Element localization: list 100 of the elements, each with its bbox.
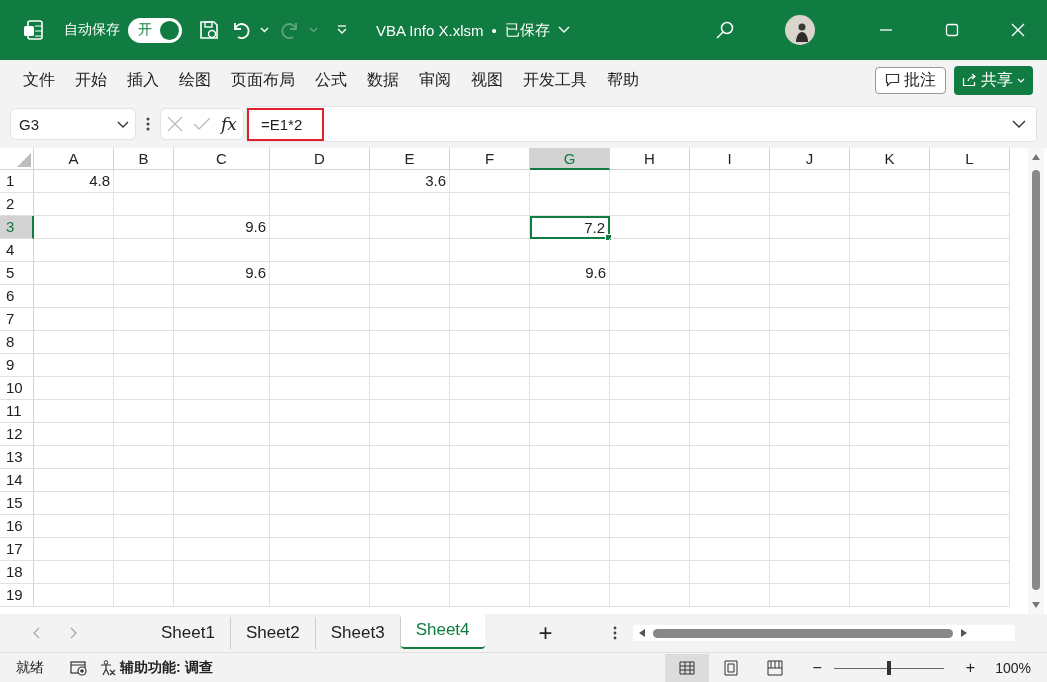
table-cell[interactable] bbox=[270, 561, 370, 584]
table-cell[interactable] bbox=[114, 262, 174, 285]
table-cell[interactable] bbox=[530, 584, 610, 607]
table-cell[interactable] bbox=[770, 423, 850, 446]
table-cell[interactable] bbox=[930, 538, 1010, 561]
row-header[interactable]: 15 bbox=[0, 492, 34, 515]
table-cell[interactable] bbox=[850, 400, 930, 423]
table-cell[interactable] bbox=[530, 561, 610, 584]
table-cell[interactable] bbox=[270, 216, 370, 239]
menu-tab[interactable]: 页面布局 bbox=[221, 65, 305, 95]
table-cell[interactable] bbox=[770, 377, 850, 400]
table-cell[interactable] bbox=[690, 170, 770, 193]
table-cell[interactable] bbox=[370, 492, 450, 515]
row-header[interactable]: 5 bbox=[0, 262, 34, 285]
table-cell[interactable] bbox=[174, 584, 270, 607]
row-header[interactable]: 13 bbox=[0, 446, 34, 469]
avatar-icon[interactable] bbox=[785, 15, 815, 45]
column-header[interactable]: H bbox=[610, 148, 690, 170]
normal-view-button[interactable] bbox=[664, 654, 709, 682]
column-header[interactable]: A bbox=[34, 148, 114, 170]
table-cell[interactable] bbox=[370, 285, 450, 308]
table-cell[interactable] bbox=[34, 308, 114, 331]
table-cell[interactable] bbox=[530, 354, 610, 377]
table-cell[interactable] bbox=[370, 354, 450, 377]
scroll-left-icon[interactable] bbox=[638, 629, 645, 637]
enter-icon[interactable] bbox=[193, 117, 211, 131]
table-cell[interactable] bbox=[174, 469, 270, 492]
horizontal-scrollbar[interactable] bbox=[632, 625, 1015, 641]
table-cell[interactable] bbox=[174, 446, 270, 469]
table-cell[interactable] bbox=[530, 515, 610, 538]
table-cell[interactable] bbox=[34, 354, 114, 377]
insert-function-button[interactable]: fx bbox=[221, 114, 237, 134]
table-cell[interactable] bbox=[114, 446, 174, 469]
row-header[interactable]: 19 bbox=[0, 584, 34, 607]
table-cell[interactable] bbox=[450, 584, 530, 607]
table-cell[interactable] bbox=[690, 492, 770, 515]
table-cell[interactable] bbox=[114, 216, 174, 239]
table-cell[interactable] bbox=[530, 492, 610, 515]
table-cell[interactable] bbox=[690, 239, 770, 262]
table-cell[interactable] bbox=[930, 492, 1010, 515]
row-header[interactable]: 4 bbox=[0, 239, 34, 262]
table-cell[interactable] bbox=[450, 285, 530, 308]
table-cell[interactable] bbox=[770, 331, 850, 354]
table-cell[interactable] bbox=[370, 584, 450, 607]
table-cell[interactable] bbox=[174, 193, 270, 216]
table-cell[interactable] bbox=[930, 561, 1010, 584]
formula-field[interactable]: =E1*2 bbox=[246, 106, 1037, 142]
row-header[interactable]: 6 bbox=[0, 285, 34, 308]
table-cell[interactable] bbox=[370, 469, 450, 492]
table-cell[interactable]: 3.6 bbox=[370, 170, 450, 193]
table-cell[interactable] bbox=[174, 331, 270, 354]
table-cell[interactable] bbox=[174, 354, 270, 377]
table-cell[interactable] bbox=[270, 331, 370, 354]
table-cell[interactable] bbox=[34, 285, 114, 308]
table-cell[interactable] bbox=[610, 377, 690, 400]
table-cell[interactable] bbox=[610, 515, 690, 538]
table-cell[interactable] bbox=[610, 331, 690, 354]
table-cell[interactable] bbox=[450, 308, 530, 331]
table-cell[interactable] bbox=[370, 400, 450, 423]
table-cell[interactable] bbox=[770, 308, 850, 331]
table-cell[interactable] bbox=[850, 285, 930, 308]
table-cell[interactable] bbox=[174, 400, 270, 423]
menu-tab[interactable]: 绘图 bbox=[169, 65, 221, 95]
table-cell[interactable] bbox=[930, 584, 1010, 607]
menu-tab[interactable]: 开发工具 bbox=[513, 65, 597, 95]
table-cell[interactable] bbox=[450, 239, 530, 262]
table-cell[interactable] bbox=[770, 515, 850, 538]
row-header[interactable]: 16 bbox=[0, 515, 34, 538]
table-cell[interactable] bbox=[690, 262, 770, 285]
table-cell[interactable] bbox=[370, 515, 450, 538]
autosave-toggle[interactable]: 开 bbox=[128, 17, 182, 43]
row-header[interactable]: 9 bbox=[0, 354, 34, 377]
table-cell[interactable] bbox=[450, 469, 530, 492]
table-cell[interactable] bbox=[690, 515, 770, 538]
table-cell[interactable] bbox=[770, 216, 850, 239]
table-cell[interactable] bbox=[270, 400, 370, 423]
table-cell[interactable] bbox=[450, 354, 530, 377]
table-cell[interactable] bbox=[270, 538, 370, 561]
table-cell[interactable] bbox=[530, 170, 610, 193]
table-cell[interactable] bbox=[114, 193, 174, 216]
table-cell[interactable] bbox=[770, 285, 850, 308]
table-cell[interactable] bbox=[34, 446, 114, 469]
table-cell[interactable] bbox=[770, 446, 850, 469]
table-cell[interactable] bbox=[610, 262, 690, 285]
table-cell[interactable] bbox=[370, 239, 450, 262]
table-cell[interactable] bbox=[114, 469, 174, 492]
table-cell[interactable] bbox=[930, 515, 1010, 538]
row-header[interactable]: 8 bbox=[0, 331, 34, 354]
column-header[interactable]: B bbox=[114, 148, 174, 170]
table-cell[interactable] bbox=[690, 584, 770, 607]
scroll-up-icon[interactable] bbox=[1032, 154, 1040, 160]
table-cell[interactable] bbox=[450, 492, 530, 515]
table-cell[interactable] bbox=[270, 584, 370, 607]
table-cell[interactable] bbox=[850, 584, 930, 607]
table-cell[interactable] bbox=[610, 492, 690, 515]
table-cell[interactable] bbox=[34, 377, 114, 400]
table-cell[interactable] bbox=[690, 538, 770, 561]
table-cell[interactable] bbox=[174, 561, 270, 584]
table-cell[interactable] bbox=[114, 538, 174, 561]
row-header[interactable]: 1 bbox=[0, 170, 34, 193]
